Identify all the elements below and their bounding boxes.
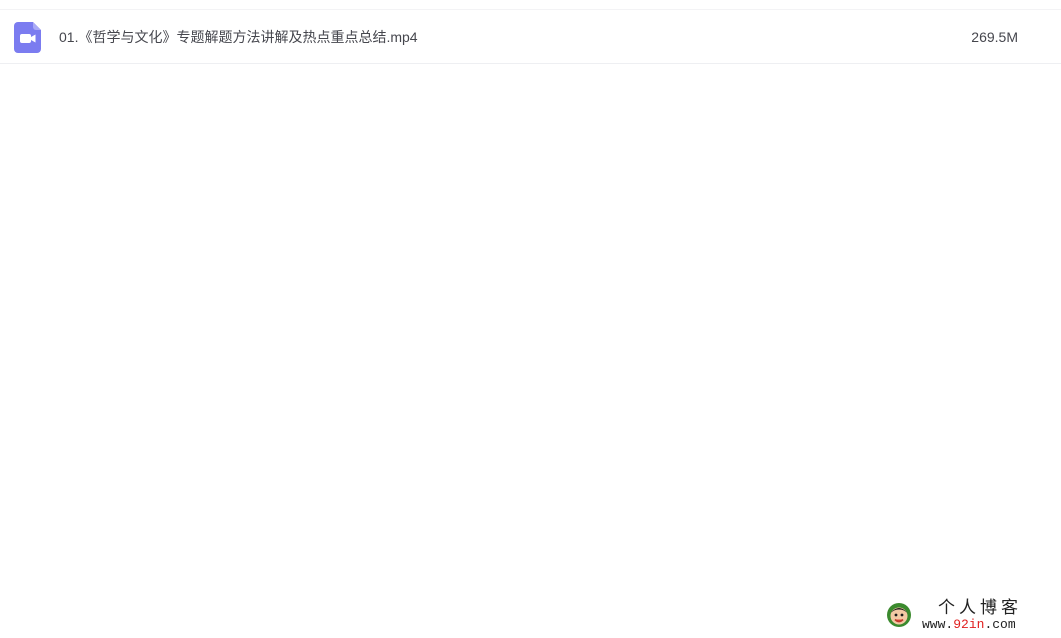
watermark-url: www.92in.com	[922, 617, 1016, 633]
watermark-title: 个人博客	[938, 598, 1022, 618]
file-name[interactable]: 01.《哲学与文化》专题解题方法讲解及热点重点总结.mp4	[59, 27, 418, 47]
file-size: 269.5M	[971, 29, 1018, 45]
watermark-url-suffix: .com	[984, 617, 1016, 632]
file-row[interactable]: 01.《哲学与文化》专题解题方法讲解及热点重点总结.mp4 269.5M	[0, 10, 1061, 64]
blog-watermark: 个人博客 www.92in.com	[884, 597, 1054, 635]
file-list-page: 01.《哲学与文化》专题解题方法讲解及热点重点总结.mp4 269.5M 个人博…	[0, 0, 1061, 638]
video-file-icon	[14, 22, 41, 53]
watermark-url-prefix: www.	[922, 617, 954, 632]
watermark-avatar-icon	[886, 602, 912, 628]
watermark-url-highlight: 92in	[953, 617, 985, 632]
